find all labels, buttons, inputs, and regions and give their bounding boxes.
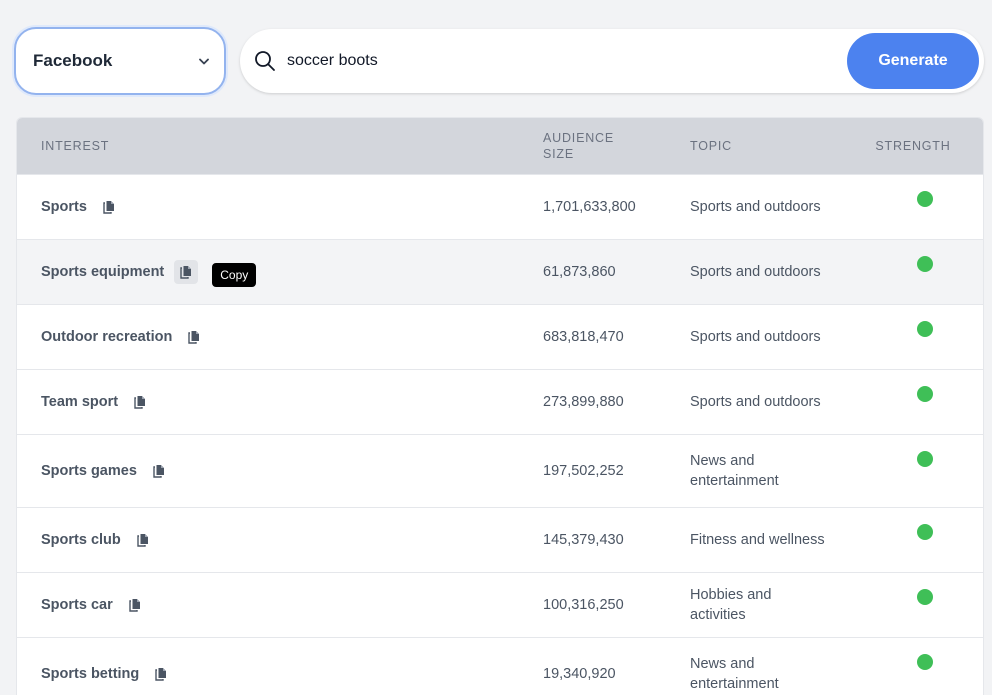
cell-audience-size: 61,873,860: [518, 238, 665, 304]
topic-text: Hobbies and activities: [690, 586, 772, 623]
strength-indicator: [917, 588, 933, 605]
cell-strength: [855, 433, 983, 507]
cell-topic: Sports and outdoors: [665, 303, 855, 369]
header-strength[interactable]: STRENGTH: [855, 118, 983, 174]
copy-icon[interactable]: [182, 325, 206, 349]
chevron-down-icon: [198, 55, 210, 67]
cell-audience-size: 100,316,250: [518, 571, 665, 637]
header-audience-size-label: AUDIENCE SIZE: [543, 130, 614, 161]
cell-interest: Sports games: [17, 433, 518, 507]
search-input[interactable]: [287, 47, 827, 75]
interest-name: Outdoor recreation: [41, 328, 173, 345]
copy-icon[interactable]: [123, 593, 147, 617]
interest-name: Sports betting: [41, 665, 140, 682]
copy-icon[interactable]: [128, 390, 152, 414]
platform-select-value: Facebook: [33, 51, 113, 70]
cell-audience-size: 197,502,252: [518, 433, 665, 507]
table-body: Sports 1,701,633,800 Sports and outdoors Sp…: [17, 173, 983, 695]
cell-audience-size: 19,340,920: [518, 636, 665, 695]
topic-text: Sports and outdoors: [690, 328, 821, 345]
cell-topic: Hobbies and activities: [665, 571, 855, 637]
cell-interest: Sports equipment Copy: [17, 238, 518, 304]
table-row: Outdoor recreation 683,818,470 Sports and …: [17, 303, 983, 369]
copy-icon[interactable]: [149, 662, 173, 686]
table-row: Sports betting 19,340,920 News and enterta…: [17, 636, 983, 695]
cell-interest: Outdoor recreation: [17, 303, 518, 369]
strength-indicator: [917, 523, 933, 540]
cell-audience-size: 145,379,430: [518, 506, 665, 572]
topic-text: News and entertainment: [690, 452, 779, 489]
search-bar: Generate: [240, 29, 984, 93]
cell-strength: [855, 238, 983, 304]
platform-select[interactable]: Facebook: [14, 27, 226, 95]
table-row: Sports car 100,316,250 Hobbies and activit…: [17, 571, 983, 637]
cell-strength: [855, 506, 983, 572]
cell-topic: News and entertainment: [665, 636, 855, 695]
topic-text: Sports and outdoors: [690, 393, 821, 410]
copy-icon[interactable]: [97, 195, 121, 219]
cell-audience-size: 683,818,470: [518, 303, 665, 369]
strength-indicator: [917, 653, 933, 670]
topic-text: Sports and outdoors: [690, 263, 821, 280]
header-topic[interactable]: TOPIC: [665, 118, 855, 174]
interest-name: Sports equipment: [41, 263, 165, 280]
cell-interest: Sports car: [17, 571, 518, 637]
search-icon: [254, 50, 276, 72]
interest-name: Sports car: [41, 596, 113, 613]
interest-table: INTEREST AUDIENCE SIZE TOPIC STRENGTH Sp…: [16, 117, 984, 695]
cell-topic: Sports and outdoors: [665, 238, 855, 304]
strength-indicator: [917, 450, 933, 467]
table-header-row: INTEREST AUDIENCE SIZE TOPIC STRENGTH: [17, 118, 983, 174]
cell-topic: Sports and outdoors: [665, 368, 855, 434]
table-row: Sports club 145,379,430 Fitness and wellne…: [17, 506, 983, 572]
interest-name: Sports club: [41, 531, 121, 548]
strength-indicator: [917, 385, 933, 402]
topic-text: Sports and outdoors: [690, 198, 821, 215]
header-interest[interactable]: INTEREST: [17, 118, 518, 174]
table-row: Sports 1,701,633,800 Sports and outdoors: [17, 173, 983, 239]
cell-strength: [855, 303, 983, 369]
table-row: Team sport 273,899,880 Sports and outdoors: [17, 368, 983, 434]
table-row: Sports equipment Copy 61,873,860 Sports and…: [17, 238, 983, 304]
topic-text: Fitness and wellness: [690, 531, 825, 548]
cell-interest: Sports betting: [17, 636, 518, 695]
cell-topic: Fitness and wellness: [665, 506, 855, 572]
strength-indicator: [917, 320, 933, 337]
table-row: Sports games 197,502,252 News and entertai…: [17, 433, 983, 507]
copy-tooltip: Copy: [212, 262, 257, 287]
cell-topic: Sports and outdoors: [665, 173, 855, 239]
interest-name: Sports: [41, 198, 87, 215]
cell-strength: [855, 571, 983, 637]
cell-audience-size: 1,701,633,800: [518, 173, 665, 239]
cell-interest: Sports club: [17, 506, 518, 572]
topic-text: News and entertainment: [690, 655, 779, 692]
cell-interest: Sports: [17, 173, 518, 239]
interest-name: Sports games: [41, 462, 137, 479]
copy-icon[interactable]: [147, 459, 171, 483]
interest-name: Team sport: [41, 393, 119, 410]
cell-strength: [855, 636, 983, 695]
header-audience-size[interactable]: AUDIENCE SIZE: [518, 118, 665, 174]
cell-strength: [855, 173, 983, 239]
copy-icon[interactable]: [174, 259, 199, 284]
cell-interest: Team sport: [17, 368, 518, 434]
copy-icon[interactable]: [131, 528, 155, 552]
cell-audience-size: 273,899,880: [518, 368, 665, 434]
strength-indicator: [917, 190, 933, 207]
strength-indicator: [917, 255, 933, 272]
cell-topic: News and entertainment: [665, 433, 855, 507]
cell-strength: [855, 368, 983, 434]
generate-button[interactable]: Generate: [847, 33, 979, 89]
